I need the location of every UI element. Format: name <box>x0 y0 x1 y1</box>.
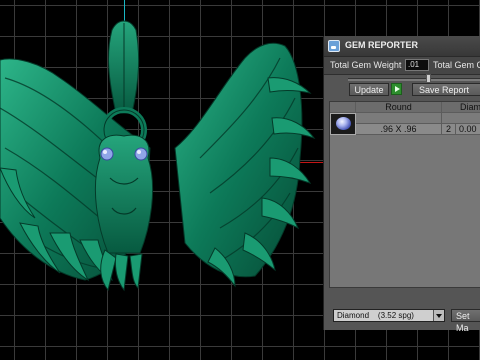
panel-slider-track[interactable] <box>348 78 480 81</box>
table-header-shape[interactable]: Round <box>356 102 442 113</box>
table-row-thumbnail[interactable] <box>330 113 356 135</box>
gem-count-cell[interactable]: 2 <box>442 124 456 135</box>
panel-title: GEM REPORTER <box>345 40 419 50</box>
chevron-down-icon[interactable] <box>433 310 444 321</box>
update-button[interactable]: Update <box>349 83 389 96</box>
panel-slider-thumb[interactable] <box>426 74 431 83</box>
total-gem-count-label: Total Gem C <box>433 60 480 70</box>
material-bar: Diamond (3.52 spg) Set Ma <box>324 302 480 333</box>
eagle-pendant-model[interactable] <box>0 18 325 308</box>
table-row-spacer <box>356 113 442 124</box>
right-eye-gem <box>134 147 148 161</box>
table-header-icon-column <box>330 102 356 113</box>
gem-table[interactable]: Round Diamo .96 X .96 2 0.00 <box>329 101 480 288</box>
left-eye-gem <box>100 147 114 161</box>
material-dropdown[interactable]: Diamond (3.52 spg) <box>333 309 445 322</box>
gem-weight-cell[interactable]: 0.00 <box>456 124 480 135</box>
totals-row: Total Gem Weight .01 Total Gem C <box>324 57 480 75</box>
gem-reporter-app-icon <box>328 40 340 52</box>
table-row-spacer <box>442 113 480 124</box>
panel-titlebar[interactable]: GEM REPORTER <box>324 36 480 57</box>
gem-size-cell[interactable]: .96 X .96 <box>356 124 442 135</box>
material-selected-value: Diamond (3.52 spg) <box>337 311 414 320</box>
gem-reporter-panel: GEM REPORTER Total Gem Weight .01 Total … <box>323 36 480 333</box>
round-gem-icon <box>336 117 351 130</box>
save-report-button[interactable]: Save Report <box>412 83 480 96</box>
table-header-material[interactable]: Diamo <box>442 102 480 113</box>
total-gem-weight-label: Total Gem Weight <box>330 60 402 70</box>
total-gem-weight-field[interactable]: .01 <box>405 59 429 71</box>
set-material-button[interactable]: Set Ma <box>451 309 480 333</box>
play-icon[interactable] <box>391 83 402 95</box>
